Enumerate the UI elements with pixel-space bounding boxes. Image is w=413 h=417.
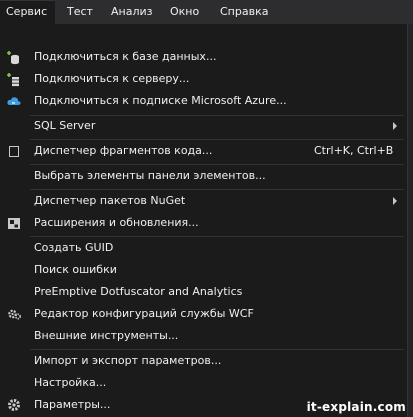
- menu-help[interactable]: Справка: [220, 0, 268, 24]
- menu-item-error-lookup[interactable]: Поиск ошибки: [0, 259, 407, 281]
- menu-item-label: Внешние инструменты...: [34, 329, 179, 342]
- menu-item-label: SQL Server: [34, 119, 96, 132]
- menu-item-label: Поиск ошибки: [34, 263, 117, 276]
- watermark: it-explain.com: [306, 400, 406, 414]
- menu-item-label: Редактор конфигураций службы WCF: [34, 307, 254, 320]
- menu-item-sql-server[interactable]: SQL Server: [0, 115, 407, 137]
- menu-item-connect-database[interactable]: Подключиться к базе данных...: [0, 46, 407, 68]
- menu-item-label: Выбрать элементы панели элементов...: [34, 169, 266, 182]
- menu-item-label: Подключиться к базе данных...: [34, 50, 217, 63]
- window-edge: [408, 24, 413, 417]
- menu-bar: Сервис Тест Анализ Окно Справка: [0, 0, 413, 24]
- extensions-icon: [8, 218, 20, 229]
- checkbox-icon: [9, 146, 19, 157]
- menu-item-connect-server[interactable]: Подключиться к серверу...: [0, 68, 407, 90]
- menu-item-label: Диспетчер пакетов NuGet: [34, 194, 186, 207]
- connect-database-icon: [7, 51, 19, 65]
- menu-item-preemptive-dotfuscator[interactable]: PreEmptive Dotfuscator and Analytics: [0, 281, 407, 303]
- gear-icon: [8, 399, 20, 411]
- submenu-arrow-icon: [393, 122, 397, 130]
- menu-item-connect-azure[interactable]: Подключиться к подписке Microsoft Azure.…: [0, 90, 407, 112]
- menu-item-external-tools[interactable]: Внешние инструменты...: [0, 325, 407, 347]
- menu-item-label: Создать GUID: [34, 241, 114, 254]
- azure-cloud-icon: [7, 97, 21, 105]
- menu-analysis[interactable]: Анализ: [111, 0, 153, 24]
- menu-item-import-export-settings[interactable]: Импорт и экспорт параметров...: [0, 350, 407, 372]
- menu-item-label: Параметры...: [34, 398, 111, 411]
- menu-service[interactable]: Сервис: [0, 0, 56, 24]
- menu-item-label: Подключиться к подписке Microsoft Azure.…: [34, 94, 287, 107]
- service-dropdown-menu: Подключиться к базе данных... Подключить…: [0, 24, 408, 417]
- menu-item-label: Подключиться к серверу...: [34, 72, 190, 85]
- menu-item-label: Настройка...: [34, 376, 107, 389]
- menu-window[interactable]: Окно: [170, 0, 199, 24]
- menu-item-code-snippets-manager[interactable]: Диспетчер фрагментов кода... Ctrl+K, Ctr…: [0, 140, 407, 162]
- submenu-arrow-icon: [393, 197, 397, 205]
- menu-item-label: Расширения и обновления...: [34, 216, 199, 229]
- menu-item-wcf-config-editor[interactable]: Редактор конфигураций службы WCF: [0, 303, 407, 325]
- connect-server-icon: [7, 73, 19, 87]
- menu-item-create-guid[interactable]: Создать GUID: [0, 237, 407, 259]
- menu-item-label: Диспетчер фрагментов кода...: [34, 144, 213, 157]
- wcf-gear-icon: [8, 309, 22, 320]
- menu-item-label: Импорт и экспорт параметров...: [34, 354, 222, 367]
- menu-item-customize[interactable]: Настройка...: [0, 372, 407, 394]
- menu-item-shortcut: Ctrl+K, Ctrl+B: [314, 144, 394, 157]
- menu-item-nuget-package-manager[interactable]: Диспетчер пакетов NuGet: [0, 190, 407, 212]
- menu-item-extensions-updates[interactable]: Расширения и обновления...: [0, 212, 407, 234]
- menu-test[interactable]: Тест: [67, 0, 93, 24]
- menu-item-label: PreEmptive Dotfuscator and Analytics: [34, 285, 243, 298]
- menu-item-choose-toolbox-items[interactable]: Выбрать элементы панели элементов...: [0, 165, 407, 187]
